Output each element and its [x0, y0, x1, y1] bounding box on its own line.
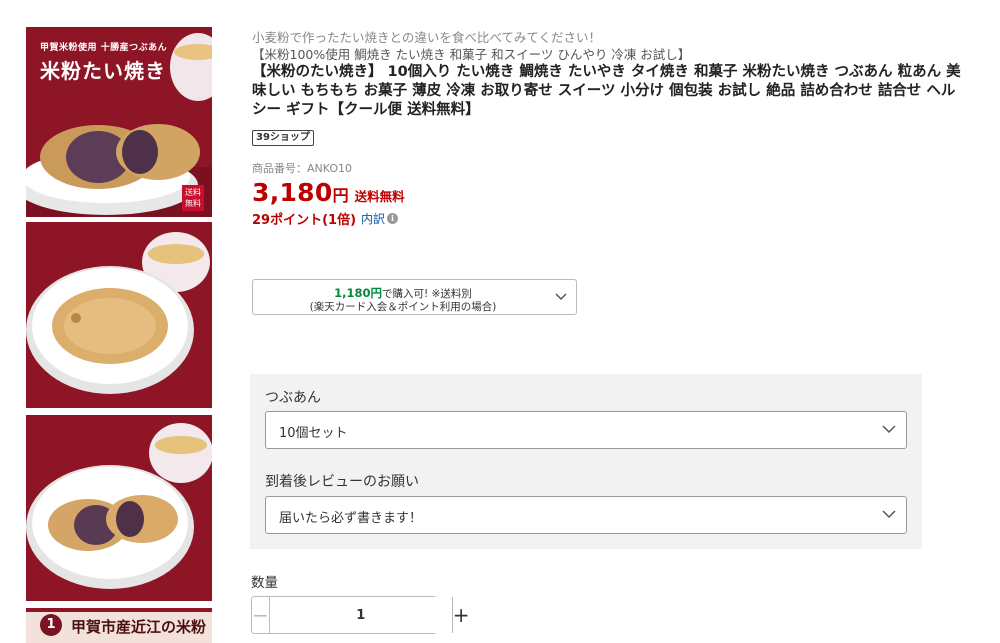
option-label-tsubuan: つぶあん [265, 390, 321, 406]
points-row: 29ポイント(1倍) 内訳 i [252, 209, 972, 228]
free-shipping-badge: 送料 無料 [182, 185, 204, 211]
chevron-down-icon [555, 293, 567, 301]
quantity-input[interactable] [268, 597, 453, 633]
product-info: 小麦粉で作ったたい焼きとの違いを食べ比べてみてください！ 【米粉100%使用 鯛… [252, 30, 972, 228]
step-number: 1 [40, 614, 62, 636]
quantity-decrease-button[interactable]: − [252, 597, 269, 633]
chevron-down-icon [882, 510, 896, 519]
price-unit: 円 [332, 186, 349, 205]
badge-line-1: 送料 [185, 188, 201, 197]
taiyaki-split-image-2 [26, 415, 212, 601]
thumbnail-3[interactable] [26, 415, 212, 601]
promo-price: 1,180円 [334, 286, 383, 300]
sub-copy: 【米粉100%使用 鯛焼き たい焼き 和菓子 和スイーツ ひんやり 冷凍 お試し… [252, 47, 691, 62]
points-breakdown-link[interactable]: 内訳 [361, 210, 385, 227]
badge-line-2: 無料 [185, 199, 201, 208]
taiyaki-whole-image [26, 222, 212, 408]
options-panel: つぶあん 10個セット 到着後レビューのお願い 届いたら必ず書きます！ [250, 374, 922, 549]
catch-copy: 小麦粉で作ったたい焼きとの違いを食べ比べてみてください！ [252, 30, 602, 45]
card-promo-dropdown[interactable]: 1,180円で購入可! ※送料別 (楽天カード入会＆ポイント利用の場合) [252, 279, 577, 315]
thumbnail-title: 米粉たい焼き [40, 59, 166, 83]
points-value: 29ポイント(1倍) [252, 213, 357, 228]
price-value: 3,180 [252, 178, 333, 207]
info-icon[interactable]: i [387, 213, 399, 224]
thumbnail-subtitle: 甲賀米粉使用 十勝産つぶあん [40, 43, 168, 53]
quantity-label: 数量 [251, 575, 278, 591]
thumbnail-2[interactable] [26, 222, 212, 408]
quantity-increase-button[interactable]: + [453, 597, 470, 633]
thumbnail-4[interactable]: 1 甲賀市産近江の米粉 [26, 608, 212, 643]
price-row: 3,180 円 送料無料 [252, 178, 972, 207]
promo-line-2: (楽天カード入会＆ポイント利用の場合) [309, 301, 497, 313]
step-text: 甲賀市産近江の米粉 [71, 618, 207, 636]
thumbnail-1[interactable]: 甲賀米粉使用 十勝産つぶあん 米粉たい焼き 送料 無料 [26, 27, 212, 217]
product-title: 【米粉のたい焼き】 10個入り たい焼き 鯛焼き たいやき タイ焼き 和菓子 米… [252, 64, 961, 118]
shop-39-badge: 39ショップ [252, 130, 314, 146]
review-select-value: 届いたら必ず書きます！ [279, 511, 423, 526]
quantity-stepper: − + [251, 596, 470, 634]
set-select-value: 10個セット [279, 426, 348, 441]
item-number: 商品番号：ANKO10 [252, 162, 353, 175]
review-select[interactable]: 届いたら必ず書きます！ [265, 496, 907, 534]
option-label-review: 到着後レビューのお願い [265, 474, 419, 490]
set-select[interactable]: 10個セット [265, 411, 907, 449]
chevron-down-icon [882, 425, 896, 434]
free-shipping-label: 送料無料 [354, 189, 405, 204]
